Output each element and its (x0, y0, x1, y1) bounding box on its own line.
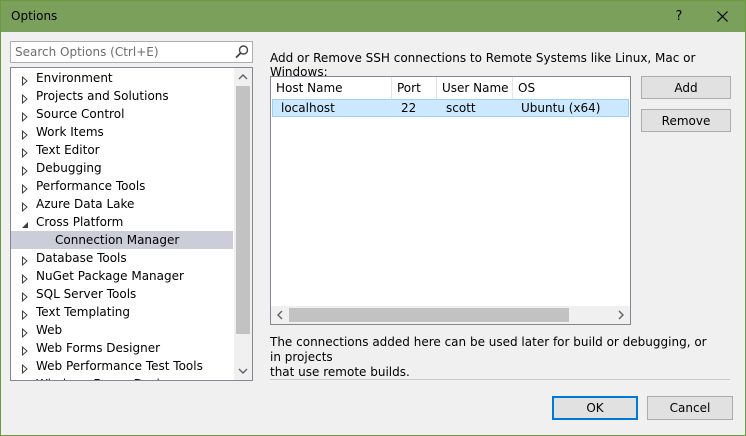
tree-item-web-performance-test-tools[interactable]: Web Performance Test Tools (11, 357, 233, 375)
column-header-port[interactable]: Port (392, 77, 437, 99)
title-bar[interactable]: Options ? (1, 1, 745, 32)
help-button[interactable]: ? (661, 1, 697, 32)
tree-item-performance-tools[interactable]: Performance Tools (11, 177, 233, 195)
tree-item-label: Web Performance Test Tools (36, 359, 203, 373)
scroll-down-icon[interactable] (234, 362, 252, 380)
tree-item-azure-data-lake[interactable]: Azure Data Lake (11, 195, 233, 213)
tree-item-label: Environment (36, 71, 113, 85)
table-row[interactable]: localhost 22 scott Ubuntu (x64) (272, 99, 629, 117)
scroll-left-icon[interactable] (271, 306, 289, 324)
tree-item-nuget-package-manager[interactable]: NuGet Package Manager (11, 267, 233, 285)
tree-item-web[interactable]: Web (11, 321, 233, 339)
tree-item-label: Text Editor (36, 143, 100, 157)
connections-list[interactable]: Host Name Port User Name OS localhost 22… (270, 76, 631, 325)
tree-item-label: Web Forms Designer (36, 341, 161, 355)
cell-user: scott (446, 101, 476, 115)
column-header-host[interactable]: Host Name (271, 77, 392, 99)
list-horizontal-scrollbar[interactable] (271, 306, 630, 324)
tree-scroll-thumb[interactable] (236, 86, 250, 334)
tree-item-label: Windows Forms Designer (36, 375, 187, 380)
search-box (10, 41, 253, 63)
tree-item-text-editor[interactable]: Text Editor (11, 141, 233, 159)
search-icon[interactable] (234, 44, 250, 63)
cell-port: 22 (401, 101, 417, 115)
add-button[interactable]: Add (641, 76, 731, 99)
tree-item-label: Performance Tools (36, 179, 146, 193)
tree-item-label: Work Items (36, 125, 104, 139)
tree-item-label: Source Control (36, 107, 125, 121)
note-line-2: that use remote builds. (270, 365, 410, 379)
scroll-up-icon[interactable] (234, 68, 252, 86)
tree-item-connection-manager[interactable]: Connection Manager (11, 231, 233, 249)
tree-item-label: NuGet Package Manager (36, 269, 184, 283)
remove-button[interactable]: Remove (641, 109, 731, 132)
tree-item-label: Debugging (36, 161, 102, 175)
cell-host: localhost (281, 101, 335, 115)
close-icon (717, 11, 728, 22)
tree-item-text-templating[interactable]: Text Templating (11, 303, 233, 321)
tree-item-label: Azure Data Lake (36, 197, 135, 211)
connections-note: The connections added here can be used l… (270, 335, 720, 380)
cancel-button[interactable]: Cancel (647, 396, 733, 420)
column-header-os[interactable]: OS (513, 77, 630, 99)
window-title: Options (11, 9, 58, 23)
note-line-1: The connections added here can be used l… (270, 335, 707, 364)
close-button[interactable] (705, 1, 741, 32)
tree-item-label: SQL Server Tools (36, 287, 137, 301)
ok-button[interactable]: OK (552, 396, 638, 420)
tree-item-source-control[interactable]: Source Control (11, 105, 233, 123)
tree-item-label: Projects and Solutions (36, 89, 169, 103)
tree-item-work-items[interactable]: Work Items (11, 123, 233, 141)
tree-item-label: Text Templating (36, 305, 131, 319)
connections-description: Add or Remove SSH connections to Remote … (270, 51, 696, 79)
collapsed-triangle-icon[interactable] (20, 379, 30, 380)
tree-item-label: Database Tools (36, 251, 127, 265)
tree-item-environment[interactable]: Environment (11, 69, 233, 87)
options-dialog: Options ? Environment Projects and Soluti… (0, 0, 746, 436)
tree-item-label: Cross Platform (36, 215, 124, 229)
tree-item-database-tools[interactable]: Database Tools (11, 249, 233, 267)
options-tree: Environment Projects and Solutions Source … (10, 67, 253, 381)
footer-divider (270, 379, 730, 380)
tree-item-projects-and-solutions[interactable]: Projects and Solutions (11, 87, 233, 105)
tree-item-label: Web (36, 323, 63, 337)
tree-item-windows-forms-designer[interactable]: Windows Forms Designer (11, 375, 233, 380)
tree-item-debugging[interactable]: Debugging (11, 159, 233, 177)
tree-item-web-forms-designer[interactable]: Web Forms Designer (11, 339, 233, 357)
column-header-user[interactable]: User Name (437, 77, 513, 99)
tree-vertical-scrollbar[interactable] (234, 68, 252, 380)
search-input[interactable] (11, 42, 229, 62)
tree-item-sql-server-tools[interactable]: SQL Server Tools (11, 285, 233, 303)
list-scroll-thumb[interactable] (289, 308, 569, 322)
cell-os: Ubuntu (x64) (521, 101, 601, 115)
tree-item-cross-platform[interactable]: Cross Platform (11, 213, 233, 231)
tree-item-label: Connection Manager (55, 233, 180, 247)
scroll-right-icon[interactable] (612, 306, 630, 324)
